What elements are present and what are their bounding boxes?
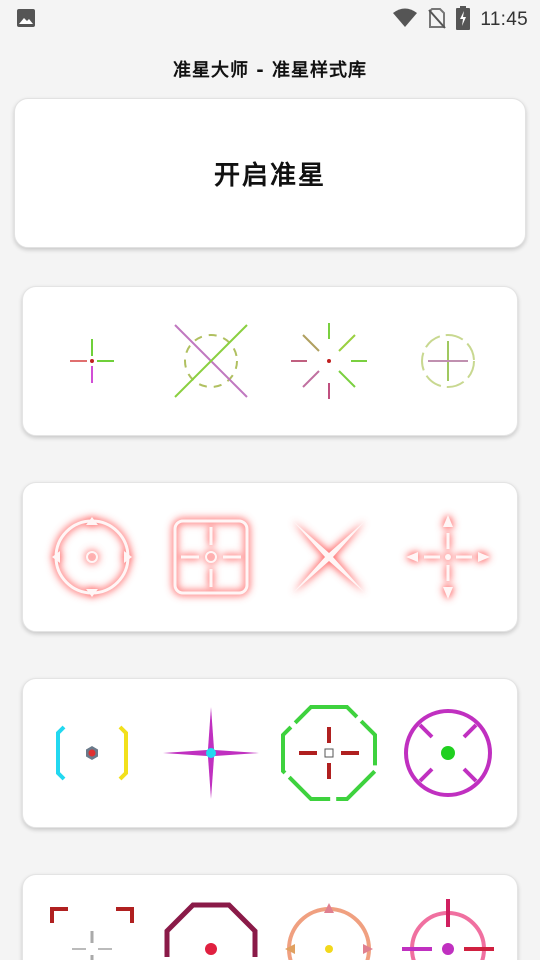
image-icon — [16, 8, 36, 32]
starburst-crosshair[interactable] — [279, 311, 379, 411]
status-bar: 11:45 — [0, 0, 540, 36]
crosshair-row-thin — [22, 286, 518, 436]
battery-charging-icon — [456, 6, 471, 34]
crosshair-row-neon — [22, 678, 518, 828]
glow-square-crosshair[interactable] — [161, 507, 261, 607]
neon-bracket-crosshair[interactable] — [42, 703, 142, 803]
glow-diamond-crosshair[interactable] — [398, 507, 498, 607]
maroon-octagon-crosshair[interactable] — [161, 897, 261, 960]
glow-circle-crosshair[interactable] — [42, 507, 142, 607]
status-time: 11:45 — [480, 9, 528, 30]
page-title: 准星大师 - 准星样式库 — [172, 60, 367, 81]
neon-star-crosshair[interactable] — [161, 703, 261, 803]
glow-x-crosshair[interactable] — [279, 507, 379, 607]
red-corner-crosshair[interactable] — [42, 897, 142, 960]
neon-circle-crosshair[interactable] — [398, 703, 498, 803]
no-sim-icon — [428, 7, 447, 33]
enable-crosshair-button[interactable]: 开启准星 — [14, 98, 526, 248]
dashed-circle-crosshair[interactable] — [398, 311, 498, 411]
neon-octagon-crosshair[interactable] — [279, 703, 379, 803]
orange-circle-crosshair[interactable] — [279, 897, 379, 960]
diagonal-circle-crosshair[interactable] — [161, 311, 261, 411]
magenta-cross-crosshair[interactable] — [398, 897, 498, 960]
crosshair-row-glow — [22, 482, 518, 632]
thin-cross-crosshair[interactable] — [42, 311, 142, 411]
crosshair-row-bold — [22, 874, 518, 960]
wifi-icon — [392, 7, 418, 33]
